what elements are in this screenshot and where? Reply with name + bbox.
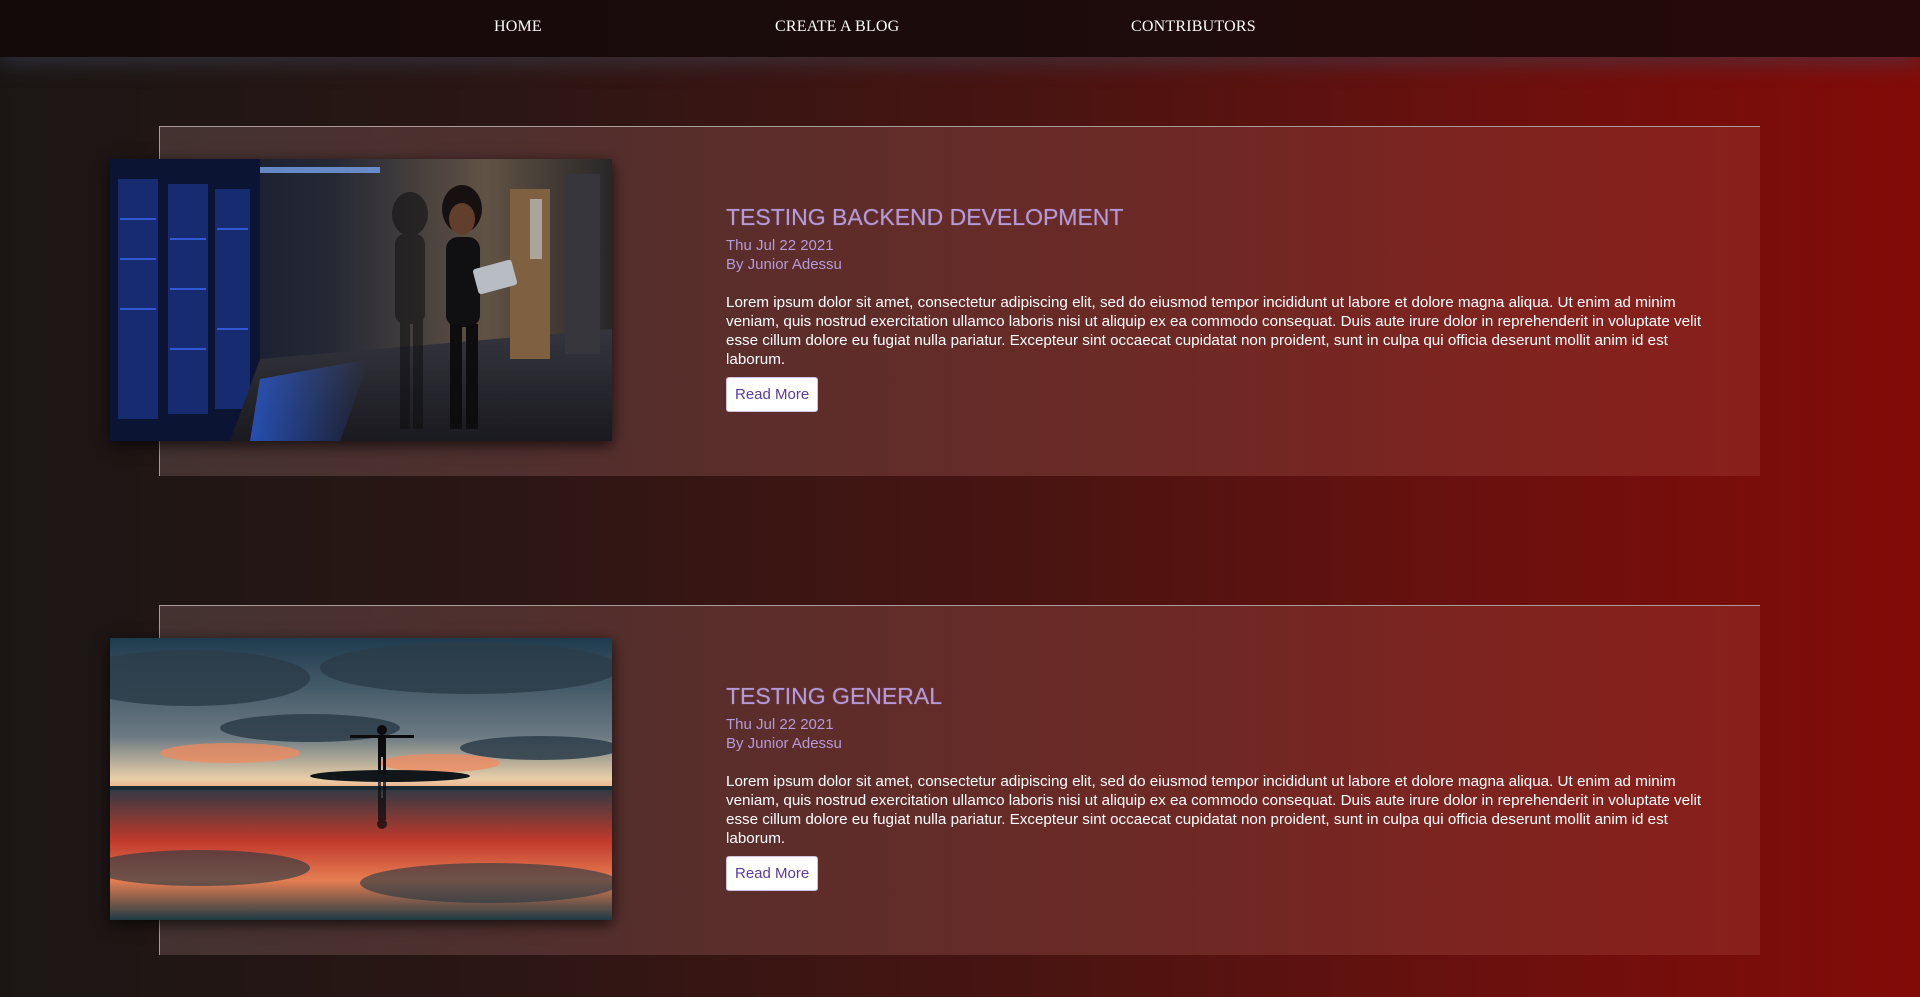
- nav-contributors-link[interactable]: CONTRIBUTORS: [1131, 18, 1256, 36]
- post-excerpt: Lorem ipsum dolor sit amet, consectetur …: [726, 294, 1702, 368]
- post-content: TESTING BACKEND DEVELOPMENT Thu Jul 22 2…: [726, 203, 1706, 412]
- post-title[interactable]: TESTING BACKEND DEVELOPMENT: [726, 203, 1706, 231]
- post-title[interactable]: TESTING GENERAL: [726, 682, 1706, 710]
- post-author: By Junior Adessu: [726, 256, 842, 273]
- post-content: TESTING GENERAL Thu Jul 22 2021 By Junio…: [726, 682, 1706, 891]
- post-author: By Junior Adessu: [726, 735, 842, 752]
- post-image-sunset: [110, 638, 612, 920]
- blog-post-card: TESTING GENERAL Thu Jul 22 2021 By Junio…: [110, 605, 1760, 955]
- top-navigation: HOME CREATE A BLOG CONTRIBUTORS: [0, 0, 1920, 57]
- post-date: Thu Jul 22 2021: [726, 716, 834, 733]
- nav-create-blog-link[interactable]: CREATE A BLOG: [775, 18, 899, 36]
- post-image-server-room: [110, 159, 612, 441]
- read-more-button[interactable]: Read More: [726, 377, 819, 412]
- post-excerpt: Lorem ipsum dolor sit amet, consectetur …: [726, 773, 1702, 847]
- post-date: Thu Jul 22 2021: [726, 237, 834, 254]
- blog-post-card: TESTING BACKEND DEVELOPMENT Thu Jul 22 2…: [110, 126, 1760, 476]
- nav-home-link[interactable]: HOME: [494, 18, 542, 36]
- read-more-button[interactable]: Read More: [726, 856, 819, 891]
